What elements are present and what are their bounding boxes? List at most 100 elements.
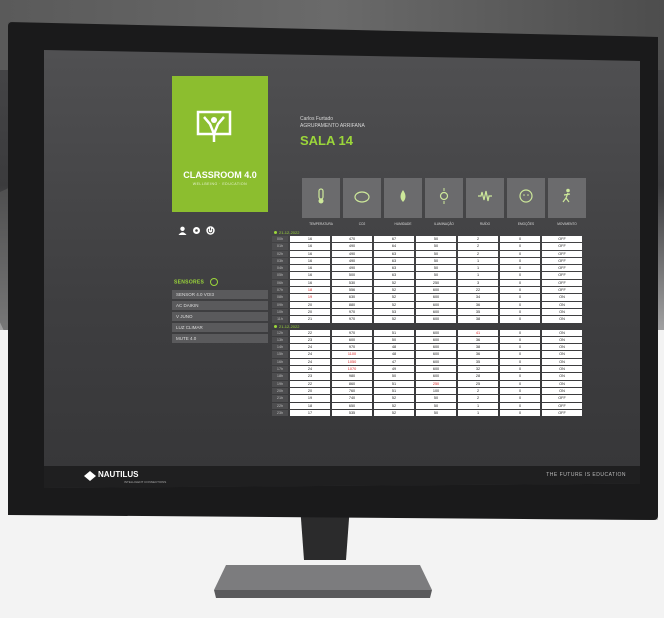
- table-cell: 49: [374, 366, 414, 373]
- table-cell: 740: [332, 395, 372, 402]
- table-cell: 600: [416, 366, 456, 373]
- table-cell: 880: [332, 301, 372, 308]
- table-cell: 970: [332, 329, 372, 336]
- sensor-item[interactable]: SENSOR 4.0 VOI3: [172, 290, 268, 299]
- hour-cell: 02h: [272, 250, 288, 257]
- table-row: 20h 20 760 51 100 2 0 ON: [272, 387, 624, 395]
- table-row: 01h 16 490 64 50 2 0 OFF: [272, 243, 624, 250]
- table-cell: 47: [374, 358, 414, 366]
- category-label: RUÍDO: [479, 222, 491, 226]
- category-tiles: TEMPERATURA CO2 HUMIDADE ILUMINAÇÃO RUÍDO EMO…: [302, 178, 586, 226]
- sensor-item[interactable]: LUZ CLIMAR: [172, 323, 268, 332]
- table-cell: 600: [416, 373, 456, 380]
- table-cell: 0: [500, 250, 540, 257]
- table-cell: 19: [290, 395, 330, 402]
- power-icon[interactable]: [206, 226, 215, 235]
- category-tile-temperatura[interactable]: TEMPERATURA: [302, 178, 340, 226]
- date-text: 21-12-2022: [279, 323, 300, 329]
- school-info: Carlos Furtado AGRUPAMENTO ARRIFANA: [300, 116, 365, 130]
- table-cell: OFF: [542, 287, 582, 294]
- category-tile-co2[interactable]: CO2: [343, 178, 381, 226]
- school-name: Carlos Furtado: [300, 116, 334, 122]
- table-cell: 600: [416, 308, 456, 316]
- table-row: 07h 18 556 52 600 22 0 OFF: [272, 287, 624, 294]
- table-cell: 51: [374, 387, 414, 395]
- table-cell: 36: [458, 336, 498, 344]
- table-cell: ON: [542, 344, 582, 351]
- category-tile-iluminação[interactable]: ILUMINAÇÃO: [425, 178, 463, 226]
- table-cell: 38: [458, 316, 498, 323]
- footer-tagline: INTELLIGENT CONNECTIONS: [124, 480, 167, 484]
- table-cell: 48: [374, 351, 414, 358]
- category-tile-movimento[interactable]: MOVIMENTO: [548, 178, 586, 226]
- table-cell: 18: [290, 402, 330, 409]
- category-tile-emoções[interactable]: EMOÇÕES: [507, 178, 545, 226]
- table-cell: 0: [500, 287, 540, 294]
- brand-card[interactable]: CLASSROOM 4.0 WELLBEING · EDUCATION: [172, 76, 268, 212]
- hour-cell: 21h: [272, 395, 288, 402]
- table-cell: OFF: [542, 257, 582, 265]
- table-cell: ON: [542, 301, 582, 308]
- table-cell: 1: [458, 409, 498, 417]
- readings-table: 21-12-2022 00h 16 470 67 50 2 0 OFF 01h 16 490 64 50 2…: [272, 230, 624, 417]
- table-cell: 600: [416, 301, 456, 308]
- table-cell: 52: [374, 279, 414, 287]
- table-cell: 600: [416, 316, 456, 323]
- table-cell: 0: [500, 395, 540, 402]
- table-cell: 0: [500, 351, 540, 358]
- table-cell: 0: [500, 373, 540, 380]
- sensor-item[interactable]: AC DAIKIN: [172, 301, 268, 310]
- table-cell: 28: [458, 373, 498, 380]
- table-cell: 16: [290, 250, 330, 257]
- table-cell: 2: [458, 395, 498, 402]
- table-cell: 52: [374, 294, 414, 301]
- table-row: 12h 22 970 51 600 41 0 ON: [272, 329, 624, 336]
- category-label: CO2: [358, 222, 366, 226]
- hour-cell: 23h: [272, 409, 288, 417]
- table-cell: OFF: [542, 402, 582, 409]
- table-cell: 600: [416, 287, 456, 294]
- category-label: TEMPERATURA: [309, 222, 333, 226]
- table-cell: 63: [374, 250, 414, 257]
- settings-icon[interactable]: [192, 226, 201, 235]
- table-row: 11h 21 970 52 600 38 0 ON: [272, 316, 624, 323]
- table-cell: 2: [458, 236, 498, 243]
- table-cell: 41: [458, 329, 498, 336]
- table-cell: 50: [416, 395, 456, 402]
- category-label: HUMIDADE: [394, 222, 412, 226]
- sensor-item[interactable]: MUTE 4.0: [172, 334, 268, 343]
- sun-icon: [439, 188, 449, 204]
- table-cell: ON: [542, 373, 582, 380]
- table-cell: 20: [290, 308, 330, 316]
- table-cell: 0: [500, 336, 540, 344]
- hour-cell: 16h: [272, 358, 288, 366]
- date-dot-icon: [274, 231, 277, 234]
- table-cell: 18: [290, 287, 330, 294]
- hour-cell: 18h: [272, 373, 288, 380]
- dashboard-screen: CLASSROOM 4.0 WELLBEING · EDUCATION SENS…: [44, 50, 640, 488]
- table-cell: 22: [458, 287, 498, 294]
- sensor-item[interactable]: V JUNO: [172, 312, 268, 321]
- table-cell: 0: [500, 272, 540, 279]
- table-cell: 50: [416, 402, 456, 409]
- hour-cell: 00h: [272, 236, 288, 243]
- table-cell: 64: [374, 243, 414, 250]
- table-cell: OFF: [542, 395, 582, 402]
- date-text: 21-12-2022: [279, 230, 300, 235]
- table-cell: 50: [416, 272, 456, 279]
- table-row: 00h 16 470 67 50 2 0 OFF: [272, 236, 624, 243]
- category-tile-ruído[interactable]: RUÍDO: [466, 178, 504, 226]
- table-cell: 63: [374, 272, 414, 279]
- table-row: 04h 16 490 63 50 1 0 OFF: [272, 265, 624, 272]
- table-cell: 0: [500, 265, 540, 272]
- table-row: 23h 17 535 52 50 1 0 OFF: [272, 409, 624, 417]
- user-icon[interactable]: [178, 226, 187, 235]
- sensor-settings-icon[interactable]: [210, 278, 219, 286]
- table-cell: 2: [458, 250, 498, 257]
- category-tile-humidade[interactable]: HUMIDADE: [384, 178, 422, 226]
- hour-cell: 15h: [272, 351, 288, 358]
- table-cell: 500: [332, 272, 372, 279]
- table-cell: 0: [500, 308, 540, 316]
- table-cell: 970: [332, 344, 372, 351]
- table-cell: ON: [542, 308, 582, 316]
